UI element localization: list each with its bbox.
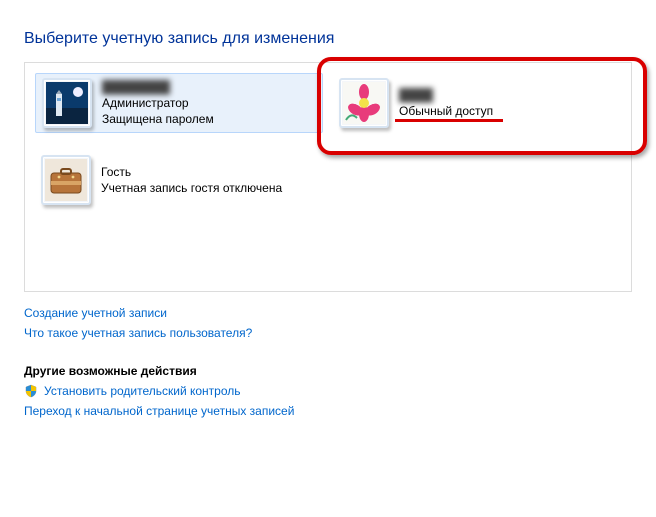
account-name: ████████ [102,79,214,95]
create-account-link[interactable]: Создание учетной записи [24,306,167,320]
page-title: Выберите учетную запись для изменения [24,30,632,48]
account-links: Создание учетной записи Что такое учетна… [24,306,632,340]
avatar-frame [41,155,91,205]
account-text: ████ Обычный доступ [399,87,493,119]
goto-home-link[interactable]: Переход к начальной странице учетных зап… [24,404,294,418]
shield-icon [24,384,38,398]
account-text: Гость Учетная запись гостя отключена [101,164,282,196]
account-item-admin[interactable]: ████████ Администратор Защищена паролем [35,73,323,133]
parental-control-row[interactable]: Установить родительский контроль [24,384,632,398]
account-status: Защищена паролем [102,111,214,127]
what-is-account-link[interactable]: Что такое учетная запись пользователя? [24,326,252,340]
avatar-frame [339,78,389,128]
account-status: Учетная запись гостя отключена [101,180,282,196]
account-text: ████████ Администратор Защищена паролем [102,79,214,128]
account-item-guest[interactable]: Гость Учетная запись гостя отключена [35,151,323,209]
suitcase-icon [45,159,87,201]
account-role: Обычный доступ [399,103,493,119]
accounts-list: ████████ Администратор Защищена паролем [24,62,632,292]
account-item-user[interactable]: ████ Обычный доступ [333,73,621,133]
other-actions-heading: Другие возможные действия [24,364,632,378]
avatar-frame [42,78,92,128]
flower-icon [343,82,385,124]
account-name: ████ [399,87,493,103]
underline-annotation [395,119,503,122]
lighthouse-icon [46,82,88,124]
parental-control-link[interactable]: Установить родительский контроль [44,384,241,398]
account-name: Гость [101,164,282,180]
account-role: Администратор [102,95,214,111]
